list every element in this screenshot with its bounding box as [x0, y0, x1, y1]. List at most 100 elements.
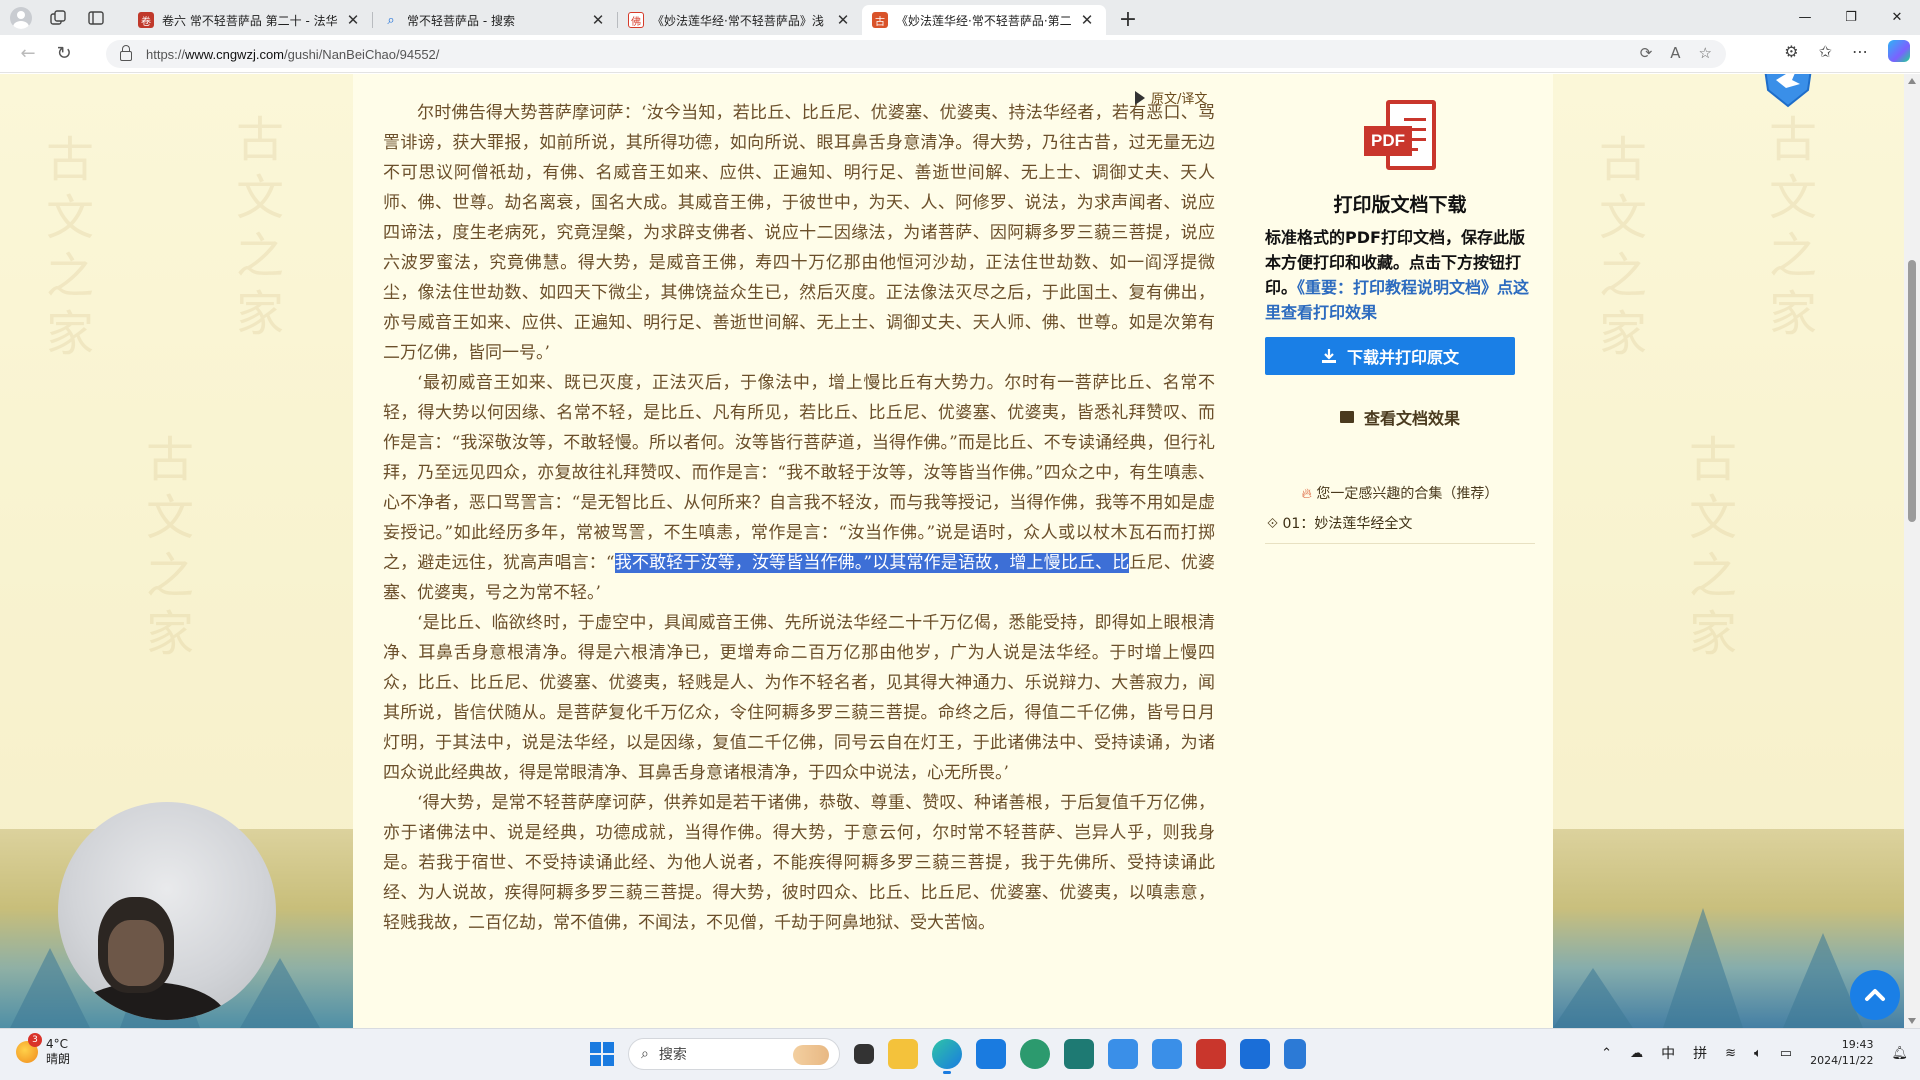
- close-icon[interactable]: ✕: [1078, 11, 1096, 29]
- watermark-text: 古文之家: [137, 434, 193, 666]
- page-viewport: 古文之家 古文之家 古文之家 古文之家 古文之家 古文之家 原文/译文 尔时佛告…: [0, 74, 1904, 1028]
- app-icon-5[interactable]: [1240, 1039, 1270, 1069]
- vertical-scrollbar[interactable]: [1904, 74, 1920, 1028]
- app-icon-1[interactable]: [1020, 1039, 1050, 1069]
- paragraph: ‘是比丘、临欲终时，于虚空中，具闻威音王佛、先所说法华经二十千万亿偈，悉能受持，…: [383, 613, 1215, 783]
- new-tab-button[interactable]: +: [1114, 5, 1142, 33]
- watermark-text: 古文之家: [227, 114, 283, 346]
- close-icon[interactable]: ✕: [589, 11, 607, 29]
- tab-title: 《妙法莲华经·常不轻菩萨品》浅: [652, 13, 824, 28]
- file-explorer-icon[interactable]: [888, 1039, 918, 1069]
- link-icon: ⟐: [1267, 516, 1279, 532]
- windows-start-icon[interactable]: [590, 1042, 614, 1066]
- tab-strip: 卷 卷六 常不轻菩萨品 第二十 - 法华 ✕ ⌕ 常不轻菩萨品 - 搜索 ✕ 佛…: [0, 0, 1920, 35]
- back-icon[interactable]: ←: [10, 43, 46, 64]
- weather-widget[interactable]: 3 4°C 晴朗: [16, 1033, 71, 1067]
- scrollbar-thumb[interactable]: [1908, 260, 1916, 522]
- pdf-icon: PDF: [1364, 100, 1442, 176]
- tab-favicon-icon: 古: [872, 12, 888, 28]
- book-icon: [1339, 411, 1354, 423]
- close-icon[interactable]: ✕: [834, 11, 852, 29]
- download-print-button[interactable]: 下载并打印原文: [1265, 337, 1515, 375]
- close-icon[interactable]: ✕: [344, 11, 362, 29]
- search-highlight-image: [793, 1045, 829, 1065]
- notification-badge: 3: [28, 1033, 42, 1047]
- address-bar[interactable]: https://www.cngwzj.com/gushi/NanBeiChao/…: [106, 40, 1726, 68]
- taskbar-apps: ⌕ 搜索: [590, 1038, 1306, 1074]
- microsoft-store-icon[interactable]: [976, 1039, 1006, 1069]
- app-icon-2[interactable]: [1064, 1039, 1094, 1069]
- edge-browser-icon[interactable]: [932, 1039, 962, 1074]
- url-text[interactable]: https://www.cngwzj.com/gushi/NanBeiChao/…: [146, 47, 439, 62]
- sidebar: PDF 打印版文档下载 标准格式的PDF打印文档，保存此版本方便打印和收藏。点击…: [1265, 94, 1535, 544]
- paragraph: ‘最初威音王如来、既已灭度，正法灭后，于像法中，增上慢比丘有大势力。尔时有一菩萨…: [383, 373, 1215, 603]
- sun-icon: 3: [16, 1033, 42, 1063]
- tab-favicon-icon: 佛: [628, 12, 644, 28]
- back-to-top-button[interactable]: [1850, 970, 1900, 1020]
- workspaces-icon[interactable]: [46, 6, 70, 30]
- taskbar: 3 4°C 晴朗 ⌕ 搜索 ⌃ ☁ 中 拼 ≋ 🔈︎ ▭ 19:43 2024/…: [0, 1028, 1920, 1080]
- cloud-sync-icon[interactable]: ☁: [1630, 1046, 1643, 1061]
- paragraph: 尔时佛告得大势菩萨摩诃萨：‘汝今当知，若比丘、比丘尼、优婆塞、优婆夷、持法华经者…: [383, 103, 1215, 363]
- temperature: 4°C: [46, 1037, 69, 1051]
- download-description: 标准格式的PDF打印文档，保存此版本方便打印和收藏。点击下方按钮打印。《重要：打…: [1265, 228, 1530, 322]
- chevron-up-icon[interactable]: ⌃: [1601, 1046, 1612, 1061]
- tab-1[interactable]: 卷 卷六 常不轻菩萨品 第二十 - 法华 ✕: [128, 5, 372, 35]
- address-bar-actions: ⟳ A ☆: [1640, 44, 1712, 62]
- refresh-icon[interactable]: ↻: [46, 43, 82, 64]
- tab-title: 常不轻菩萨品 - 搜索: [407, 13, 515, 28]
- wifi-icon[interactable]: ≋: [1725, 1046, 1736, 1061]
- tab-title: 卷六 常不轻菩萨品 第二十 - 法华: [162, 13, 338, 28]
- watermark-text: 古文之家: [1680, 434, 1736, 666]
- app-available-icon[interactable]: ⟳: [1640, 44, 1653, 62]
- system-tray: ⌃ ☁ 中 拼 ≋ 🔈︎ ▭ 19:43 2024/11/22 🔔︎: [1601, 1037, 1908, 1069]
- recommend-item[interactable]: ⟐ 01：妙法莲华经全文: [1265, 513, 1535, 533]
- print-tutorial-link[interactable]: 《重要：打印教程说明文档》点这里查看打印效果: [1265, 278, 1529, 322]
- notifications-icon[interactable]: 🔔︎: [1891, 1046, 1908, 1061]
- battery-icon[interactable]: ▭: [1780, 1046, 1792, 1061]
- weather-condition: 晴朗: [46, 1052, 71, 1066]
- task-view-icon[interactable]: [854, 1044, 874, 1064]
- tab-4-active[interactable]: 古 《妙法莲华经·常不轻菩萨品·第二 ✕: [862, 5, 1106, 35]
- restore-button[interactable]: ❐: [1828, 0, 1874, 34]
- watermark-text: 古文之家: [1760, 114, 1816, 346]
- scroll-down-icon[interactable]: [1908, 1018, 1916, 1024]
- taskbar-search[interactable]: ⌕ 搜索: [628, 1038, 840, 1070]
- more-menu-icon[interactable]: ⋯: [1852, 42, 1868, 61]
- text-selection: 我不敢轻于汝等，汝等皆当作佛。”以其常作是语故，增上慢比丘、比: [614, 553, 1130, 573]
- watermark-text: 古文之家: [37, 134, 93, 366]
- webcam-overlay[interactable]: [58, 802, 276, 1020]
- app-icon-4[interactable]: [1196, 1039, 1226, 1069]
- divider: [1265, 543, 1535, 544]
- view-document-effect-link[interactable]: 查看文档效果: [1265, 405, 1535, 429]
- ime-mode[interactable]: 拼: [1693, 1043, 1707, 1063]
- clock[interactable]: 19:43 2024/11/22: [1810, 1037, 1873, 1069]
- lock-icon[interactable]: [120, 45, 132, 61]
- profile-icon[interactable]: [10, 6, 32, 29]
- toolbar-right: ⚙ ✩ ⋯: [1784, 40, 1910, 62]
- close-window-button[interactable]: ✕: [1874, 0, 1920, 34]
- read-aloud-icon[interactable]: A: [1670, 44, 1680, 62]
- fire-icon: 🔥︎: [1301, 486, 1312, 502]
- extensions-icon[interactable]: ⚙: [1784, 42, 1798, 61]
- bird-app-icon[interactable]: [1152, 1039, 1182, 1069]
- bird-shield-icon[interactable]: [1762, 74, 1814, 108]
- search-icon: ⌕: [641, 1046, 649, 1062]
- tab-3[interactable]: 佛 《妙法莲华经·常不轻菩萨品》浅 ✕: [618, 5, 862, 35]
- search-icon: ⌕: [387, 12, 395, 28]
- app-icon-3[interactable]: [1108, 1039, 1138, 1069]
- volume-icon[interactable]: 🔈︎: [1754, 1046, 1762, 1061]
- tab-2[interactable]: ⌕ 常不轻菩萨品 - 搜索 ✕: [373, 5, 617, 35]
- tab-actions-icon[interactable]: [84, 6, 108, 30]
- navigation-bar: ← ↻ https://www.cngwzj.com/gushi/NanBeiC…: [0, 35, 1920, 73]
- minimize-button[interactable]: —: [1782, 0, 1828, 34]
- notes-app-icon[interactable]: [1284, 1039, 1306, 1069]
- scroll-up-icon[interactable]: [1908, 78, 1916, 84]
- ime-language[interactable]: 中: [1661, 1043, 1675, 1063]
- favorites-icon[interactable]: ✩: [1819, 42, 1832, 61]
- copilot-icon[interactable]: [1888, 40, 1910, 62]
- article-text: 尔时佛告得大势菩萨摩诃萨：‘汝今当知，若比丘、比丘尼、优婆塞、优婆夷、持法华经者…: [383, 98, 1215, 938]
- favorite-star-icon[interactable]: ☆: [1699, 44, 1712, 62]
- window-controls: — ❐ ✕: [1782, 0, 1920, 34]
- main-content: 原文/译文 尔时佛告得大势菩萨摩诃萨：‘汝今当知，若比丘、比丘尼、优婆塞、优婆夷…: [353, 74, 1553, 1028]
